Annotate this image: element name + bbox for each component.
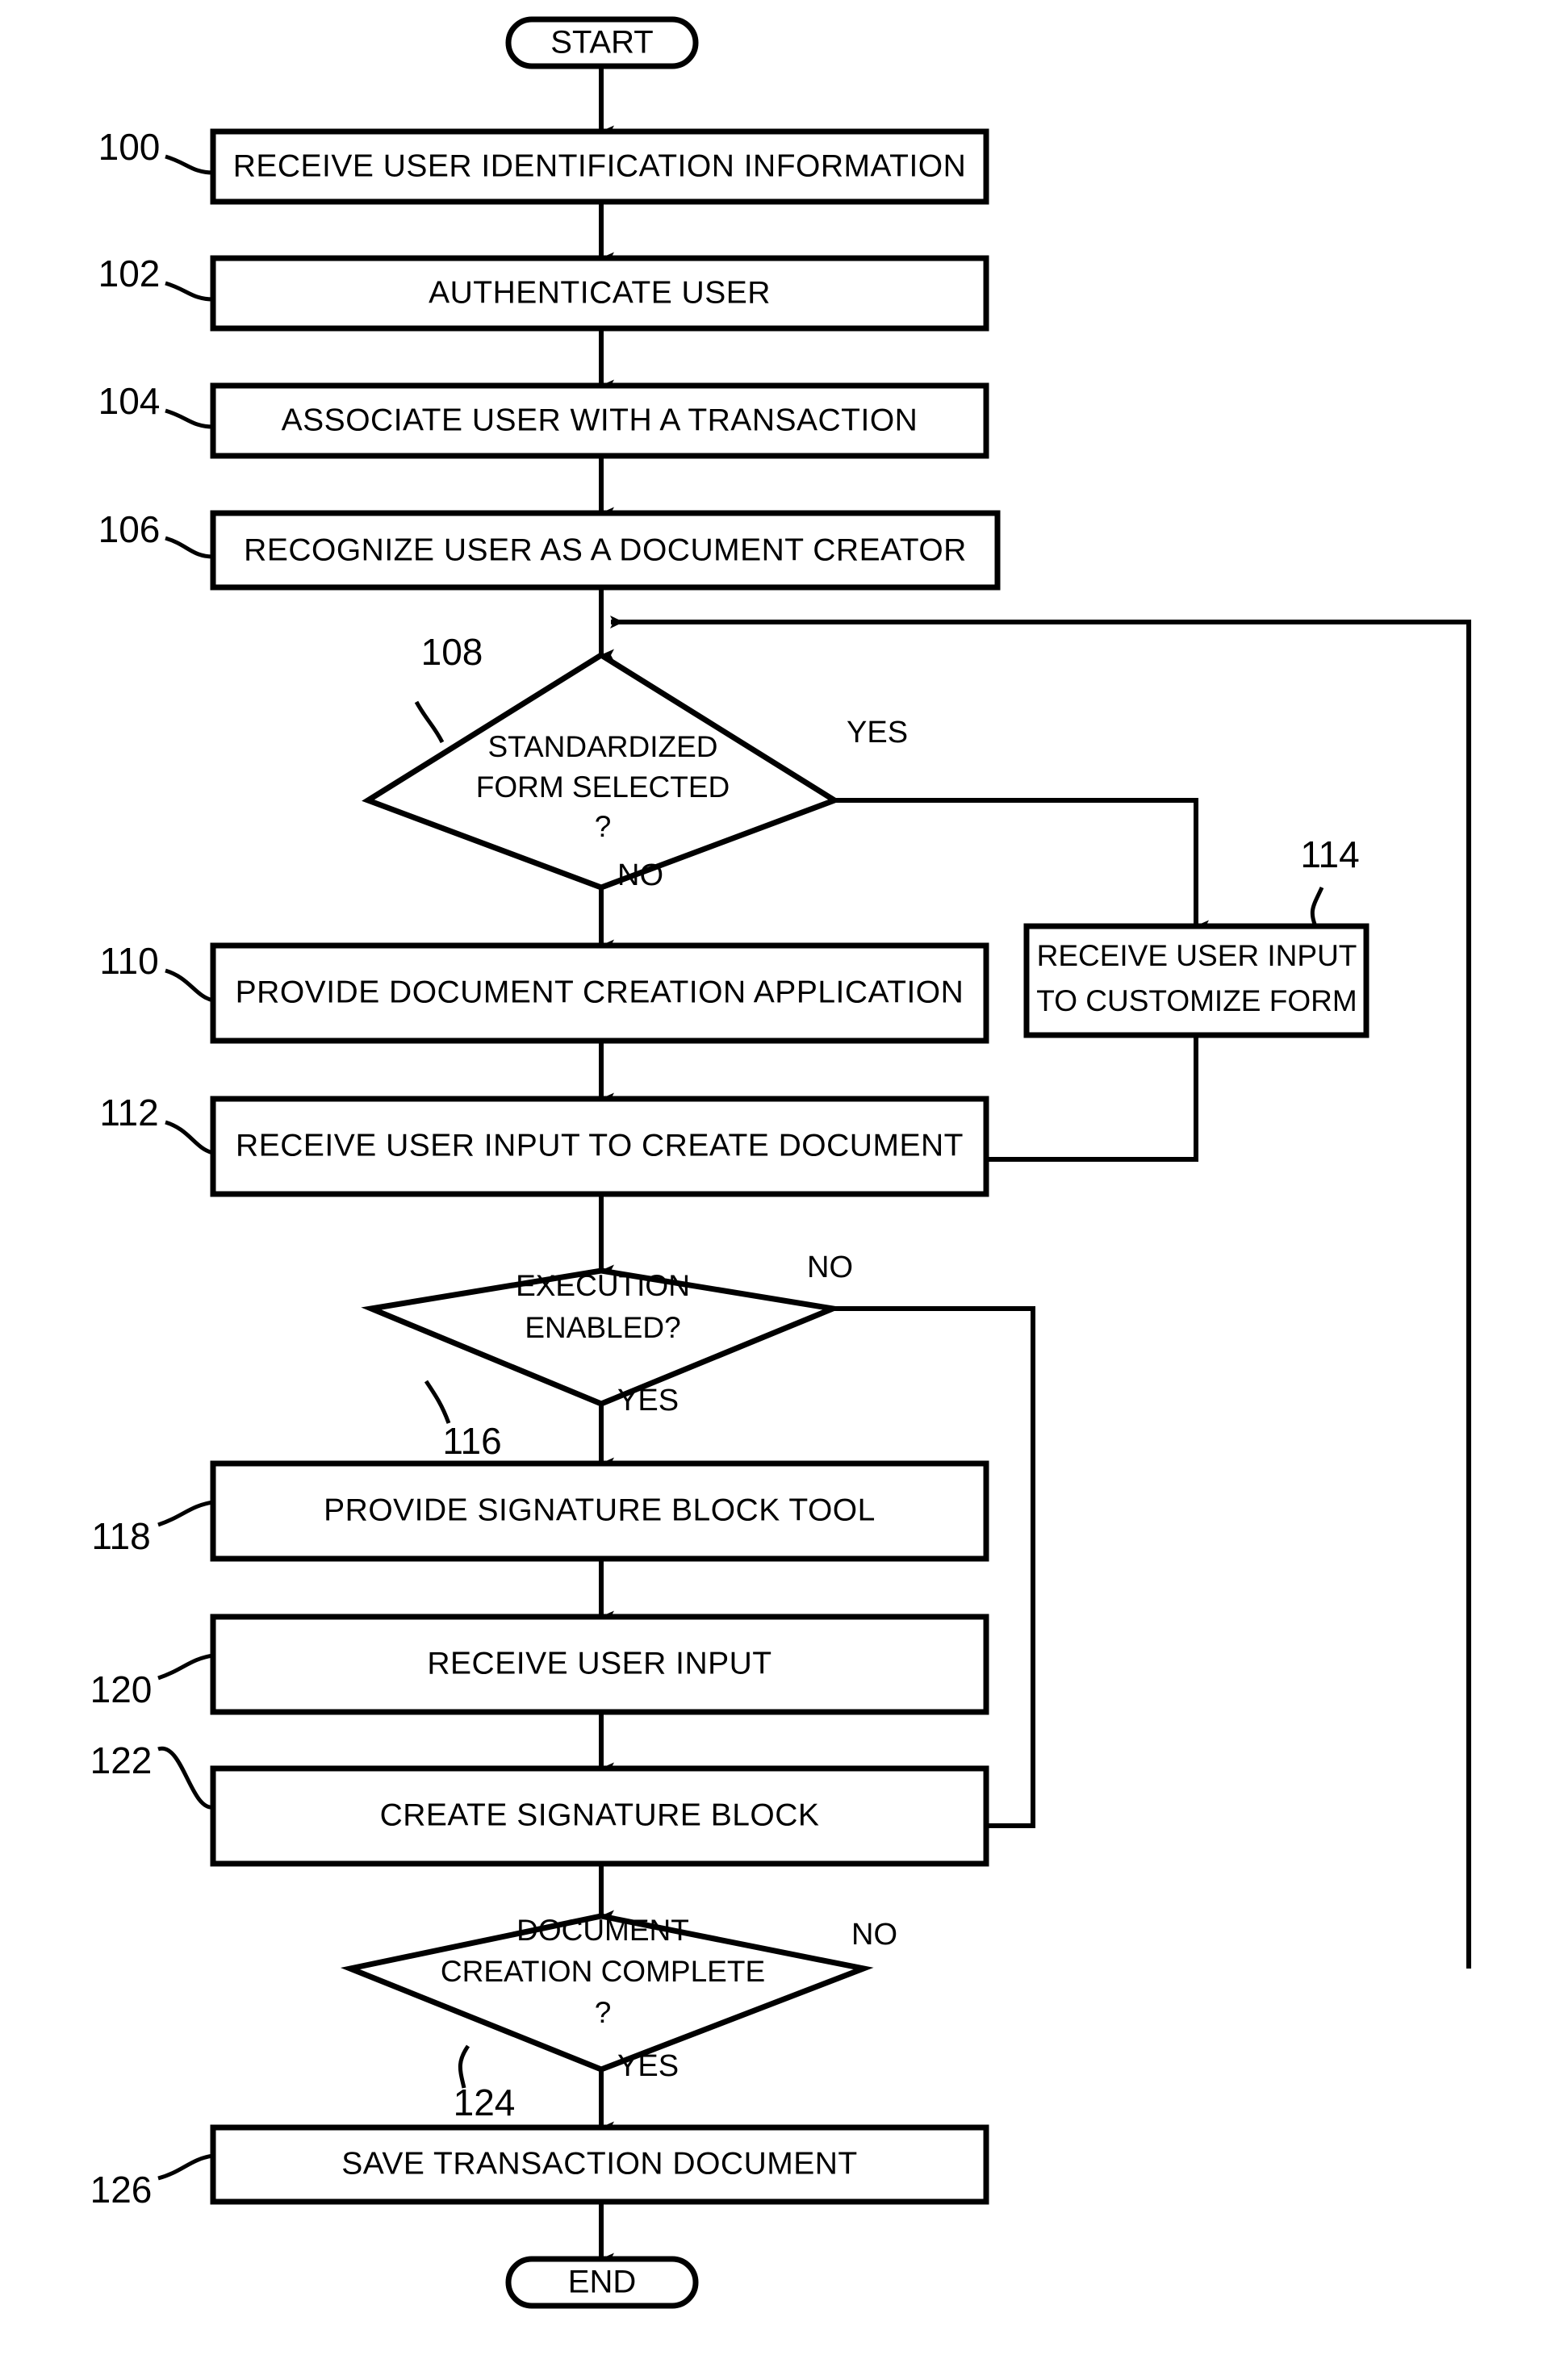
ref-114: 114	[1300, 833, 1359, 875]
leader-106	[165, 536, 214, 559]
leader-108	[414, 700, 445, 744]
terminal-end: END	[505, 2256, 699, 2309]
node-112-label: RECEIVE USER INPUT TO CREATE DOCUMENT	[236, 1128, 964, 1163]
node-122-label: CREATE SIGNATURE BLOCK	[380, 1798, 820, 1832]
ref-102: 102	[98, 253, 161, 294]
node-108-label-line2: FORM SELECTED	[476, 770, 730, 804]
node-118: PROVIDE SIGNATURE BLOCK TOOL	[210, 1460, 989, 1562]
ref-118: 118	[91, 1515, 150, 1557]
node-114-label-line1: RECEIVE USER INPUT	[1037, 939, 1357, 972]
ref-126: 126	[90, 2169, 153, 2211]
ref-110: 110	[99, 940, 158, 982]
node-106: RECOGNIZE USER AS A DOCUMENT CREATOR	[210, 510, 1001, 591]
leader-100	[165, 154, 214, 175]
ref-116: 116	[442, 1420, 501, 1462]
leader-122	[157, 1746, 214, 1810]
ref-106: 106	[98, 508, 161, 550]
flowchart-canvas: START RECEIVE USER IDENTIFICATION INFORM…	[90, 16, 1471, 2309]
node-116-label-line1: EXECUTION	[516, 1269, 690, 1302]
ref-108: 108	[421, 631, 483, 673]
edge-label-124-no: NO	[851, 1918, 897, 1952]
node-102: AUTHENTICATE USER	[210, 255, 989, 332]
node-100-label: RECEIVE USER IDENTIFICATION INFORMATION	[233, 148, 967, 183]
node-124-label-line1: DOCUMENT	[516, 1914, 689, 1947]
edge-label-116-no: NO	[807, 1251, 853, 1284]
leader-112	[165, 1120, 214, 1155]
node-120-label: RECEIVE USER INPUT	[427, 1646, 772, 1681]
node-104-label: ASSOCIATE USER WITH A TRANSACTION	[282, 403, 918, 437]
edge-label-124-yes: YES	[617, 2049, 679, 2083]
node-106-label: RECOGNIZE USER AS A DOCUMENT CREATOR	[244, 532, 967, 567]
node-114: RECEIVE USER INPUT TO CUSTOMIZE FORM	[1023, 923, 1369, 1038]
node-112: RECEIVE USER INPUT TO CREATE DOCUMENT	[210, 1096, 989, 1197]
node-126-label: SAVE TRANSACTION DOCUMENT	[341, 2146, 857, 2181]
leader-110	[165, 968, 214, 1003]
node-108-label-line1: STANDARDIZED	[487, 730, 717, 763]
edge-108-yes-to-114	[834, 798, 1209, 933]
node-110: PROVIDE DOCUMENT CREATION APPLICATION	[210, 942, 989, 1044]
leader-116	[424, 1380, 451, 1424]
node-124-label-line2: CREATION COMPLETE	[441, 1955, 765, 1988]
leader-102	[165, 281, 214, 302]
ref-120: 120	[90, 1668, 153, 1710]
edge-label-108-no: NO	[617, 858, 663, 892]
leader-120	[157, 1653, 214, 1681]
node-122: CREATE SIGNATURE BLOCK	[210, 1765, 989, 1867]
end-label: END	[568, 2265, 636, 2300]
ref-112: 112	[99, 1092, 158, 1134]
node-108: STANDARDIZED FORM SELECTED ?	[362, 651, 841, 891]
node-118-label: PROVIDE SIGNATURE BLOCK TOOL	[324, 1493, 876, 1527]
node-116-label-line2: ENABLED?	[525, 1311, 680, 1344]
node-102-label: AUTHENTICATE USER	[429, 275, 771, 310]
node-110-label: PROVIDE DOCUMENT CREATION APPLICATION	[236, 975, 964, 1009]
start-label: START	[550, 25, 653, 61]
node-108-label-line3: ?	[595, 810, 612, 843]
node-126: SAVE TRANSACTION DOCUMENT	[210, 2124, 989, 2205]
node-116: EXECUTION ENABLED?	[361, 1267, 843, 1407]
node-104: ASSOCIATE USER WITH A TRANSACTION	[210, 382, 989, 459]
node-114-label-line2: TO CUSTOMIZE FORM	[1036, 984, 1357, 1017]
node-124-label-line3: ?	[595, 1996, 612, 2029]
terminal-start: START	[505, 16, 699, 69]
ref-104: 104	[98, 380, 161, 422]
flowchart-page: START RECEIVE USER IDENTIFICATION INFORM…	[0, 0, 1543, 2380]
ref-124: 124	[454, 2081, 516, 2123]
node-124: DOCUMENT CREATION COMPLETE ?	[340, 1913, 874, 2073]
edge-labels: YES NO NO YES NO YES	[617, 716, 908, 2083]
leader-118	[157, 1500, 214, 1527]
ref-100: 100	[98, 126, 161, 168]
node-120: RECEIVE USER INPUT	[210, 1614, 989, 1715]
ref-122: 122	[90, 1739, 153, 1781]
node-100: RECEIVE USER IDENTIFICATION INFORMATION	[210, 128, 989, 205]
edge-label-108-yes: YES	[847, 716, 908, 749]
leader-114	[1310, 886, 1324, 927]
leader-104	[165, 408, 214, 429]
leader-126	[157, 2153, 214, 2181]
edge-label-116-yes: YES	[617, 1384, 679, 1418]
